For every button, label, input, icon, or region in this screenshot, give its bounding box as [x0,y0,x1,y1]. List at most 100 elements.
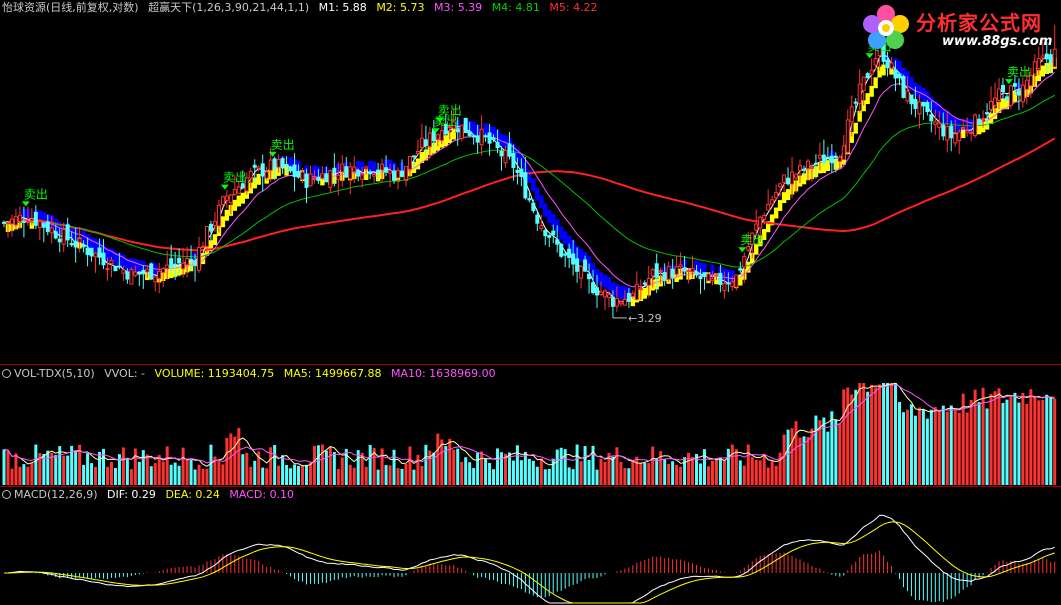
volume-bar [229,433,233,485]
volume-bar [611,456,615,485]
volume-bar [18,466,22,485]
volume-bar [746,444,750,485]
candle-body [439,130,444,141]
sell-arrow-icon [268,151,277,157]
trend-ribbon-segment [240,192,245,204]
candle-body [670,268,675,278]
candle-body [384,167,389,173]
volume-bar [380,448,384,485]
volume-bar [794,421,798,485]
candle-body [236,186,241,194]
candle-body [917,101,922,115]
panel-toggle-icon[interactable] [2,369,11,378]
candle-body [646,277,651,286]
candle-body [798,165,802,171]
candle-body [93,252,98,258]
candle-body [272,158,277,170]
candle-body [153,276,158,283]
candle-body [189,258,194,261]
candle-body [228,194,233,204]
candle-body [559,243,564,257]
volume-bar [531,460,535,485]
chart-canvas[interactable]: 卖出卖出卖出卖出卖出卖出卖出卖出←3.29 [0,0,1061,605]
trend-ribbon-segment [559,226,564,240]
volume-bar [141,450,145,485]
volume-bar [1029,389,1033,485]
candle-body [312,177,317,180]
volume-bar [297,465,301,485]
candle-body [849,106,854,123]
candle-body [993,97,998,106]
candle-body [682,268,687,272]
candle-body [551,230,556,236]
flower-logo-icon [863,5,909,49]
candle-body [805,160,810,169]
candle-body [177,257,182,264]
candle-body [13,216,18,226]
candle-body [694,271,699,276]
candle-body [204,226,209,247]
sell-signal-label: 卖出 [1007,65,1031,79]
candle-body [503,150,508,164]
candle-body [809,166,814,169]
candle-body [364,166,369,170]
volume-bar [177,465,181,485]
candle-body [801,168,806,171]
candle-body [583,259,588,272]
candle-body [25,220,30,224]
candle-body [853,101,858,104]
volume-bar [412,469,416,485]
indicator-name: 超赢天下(1,26,3,90,21,44,1,1) [148,1,310,14]
candle-body [965,130,970,133]
volume-bar [858,383,862,485]
volume-bar [683,457,687,485]
volume-bar [623,468,627,485]
m3-value: M3: 5.39 [434,1,483,14]
candle-body [499,150,504,157]
candle-body [81,244,86,248]
volume-bar [758,460,762,485]
candle-body [885,59,890,69]
volume-bar [949,405,953,485]
candle-body [869,69,874,75]
candle-body [945,126,950,141]
volume-bar [98,451,102,485]
volume-bar [94,466,98,485]
candle-body [336,174,341,180]
candle-body [718,272,723,285]
volume-bar [579,461,583,485]
volume-bar [511,460,515,485]
volume-bar [730,444,734,485]
trend-ribbon-segment [535,187,540,201]
volume-bar [253,460,257,485]
volume-bar [153,463,157,485]
candle-body [1024,79,1029,90]
candle-body [292,164,297,177]
volume-bar [523,451,527,485]
volume-bar [890,383,894,485]
candle-body [905,90,910,102]
volume-bar [452,449,456,485]
candle-body [37,221,42,229]
trend-ribbon-segment [606,277,612,291]
candle-body [630,293,635,297]
candle-body [248,170,253,179]
volume-ma5-line [3,382,1055,467]
volume-bar [448,438,452,485]
candle-body [173,263,178,266]
candle-body [1032,61,1037,75]
volume-bar [304,464,308,485]
panel-toggle-icon[interactable] [2,490,11,499]
candle-body [145,268,150,273]
candle-body [933,121,938,125]
candle-body [1020,84,1025,103]
candle-body [873,58,878,66]
candle-body [77,238,82,243]
volume-bar [874,387,878,485]
candle-body [276,159,281,168]
volume-bar [663,459,667,485]
candle-body [324,173,329,183]
candle-body [161,268,166,273]
volume-bar [671,461,675,485]
volume-bar [396,468,400,485]
